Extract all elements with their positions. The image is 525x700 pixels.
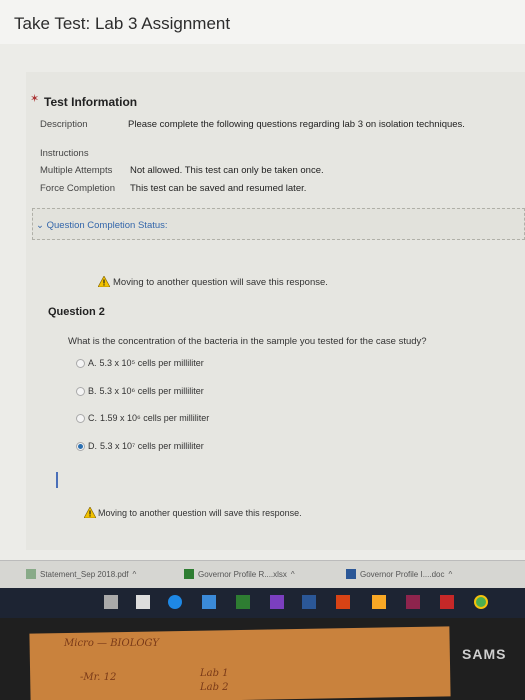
monitor-brand-logo: SAMS [462,646,507,662]
status-label-text: Question Completion Status: [46,220,168,231]
option-text: 5.3 x 10⁷ cells per milliliter [100,441,204,451]
warning-icon [98,276,110,287]
option-letter: B. [88,386,97,396]
question-completion-status-label[interactable]: ⌄ Question Completion Status: [36,220,168,231]
download-filename: Statement_Sep 2018.pdf [40,569,129,579]
description-label: Description [40,119,88,130]
multiple-attempts-label: Multiple Attempts [40,165,113,176]
radio-button[interactable] [76,386,85,396]
note-line-4: Lab 2 [200,682,229,693]
chrome-icon[interactable] [474,595,488,609]
powerpoint-icon[interactable] [440,595,454,609]
option-letter: C. [88,413,97,423]
download-item[interactable]: Governor Profile R....xlsx ^ [184,569,295,579]
note-line-3: Lab 1 [200,668,229,679]
multiple-attempts-value: Not allowed. This test can only be taken… [130,165,324,176]
chevron-down-icon: ⌄ [36,220,47,231]
word-file-icon [346,569,356,579]
pdf-file-icon [26,569,36,579]
question-text: What is the concentration of the bacteri… [68,336,427,347]
page-header: Take Test: Lab 3 Assignment [0,0,525,44]
chevron-up-icon[interactable]: ^ [448,570,452,579]
answer-option-d[interactable]: D. 5.3 x 10⁷ cells per milliliter [76,441,204,451]
store-icon[interactable] [202,595,216,609]
edge-icon[interactable] [168,595,182,609]
option-letter: D. [88,441,97,451]
force-completion-value: This test can be saved and resumed later… [130,183,307,194]
instructions-label: Instructions [40,148,89,159]
option-text: 1.59 x 10⁶ cells per milliliter [100,413,210,423]
answer-option-c[interactable]: C. 1.59 x 10⁶ cells per milliliter [76,413,209,423]
radio-button-selected[interactable] [76,441,85,451]
save-warning-top: Moving to another question will save thi… [113,277,328,288]
option-text: 5.3 x 10⁶ cells per milliliter [99,386,204,396]
collapse-toggle-icon[interactable]: ✶ [30,92,39,105]
question-title: Question 2 [48,306,105,318]
page-title: Take Test: Lab 3 Assignment [14,14,231,33]
description-value: Please complete the following questions … [128,119,465,130]
answer-option-a[interactable]: A. 5.3 x 10⁵ cells per milliliter [76,358,204,368]
option-letter: A. [88,358,97,368]
chevron-up-icon[interactable]: ^ [291,570,295,579]
browser-screen: Take Test: Lab 3 Assignment ✶ Test Infor… [0,0,525,560]
download-item[interactable]: Statement_Sep 2018.pdf ^ [26,569,136,579]
download-filename: Governor Profile I....doc [360,569,445,579]
word-icon[interactable] [302,595,316,609]
files-icon[interactable] [406,595,420,609]
warning-icon [84,507,96,518]
note-line-1: Micro — BIOLOGY [64,638,159,649]
chevron-up-icon[interactable]: ^ [133,570,137,579]
download-filename: Governor Profile R....xlsx [198,569,287,579]
office-icon[interactable] [336,595,350,609]
download-item[interactable]: Governor Profile I....doc ^ [346,569,452,579]
save-warning-bottom: Moving to another question will save thi… [98,508,302,518]
note-line-2: -Mr. 12 [80,672,117,683]
option-text: 5.3 x 10⁵ cells per milliliter [99,358,204,368]
force-completion-label: Force Completion [40,183,115,194]
task-view-icon[interactable] [136,595,150,609]
excel-file-icon [184,569,194,579]
answer-option-b[interactable]: B. 5.3 x 10⁶ cells per milliliter [76,386,204,396]
mail-icon[interactable] [236,595,250,609]
media-icon[interactable] [270,595,284,609]
notes-icon[interactable] [372,595,386,609]
file-explorer-icon[interactable] [104,595,118,609]
radio-button[interactable] [76,413,85,423]
scroll-indicator [56,472,58,488]
test-information-heading: Test Information [44,95,138,109]
radio-button[interactable] [76,358,85,368]
